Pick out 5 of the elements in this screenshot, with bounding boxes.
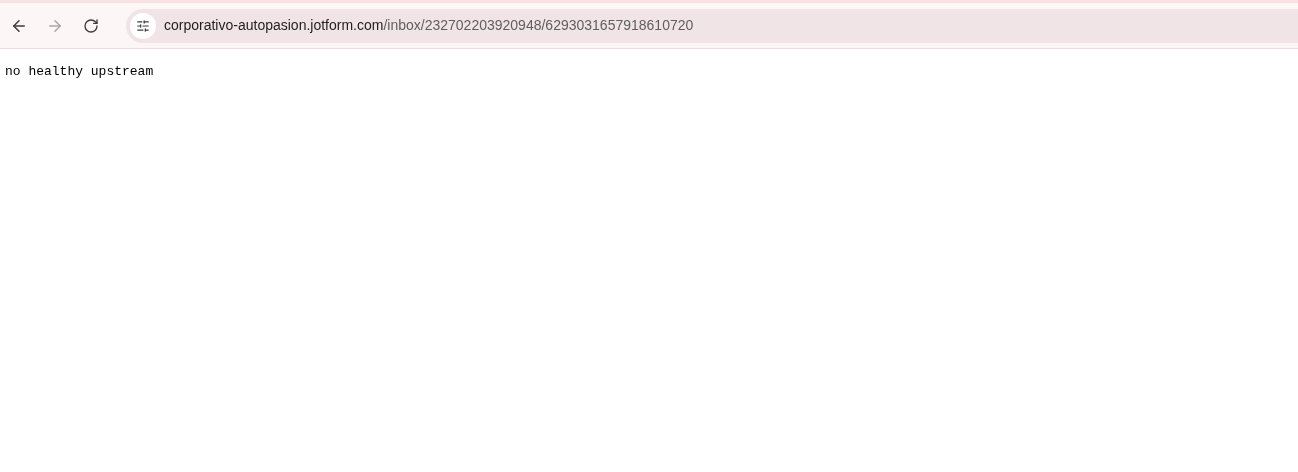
url-text: corporativo-autopasion.jotform.com/inbox/232702203920948/6293031657918610720 [164, 16, 694, 35]
site-settings-icon[interactable] [130, 12, 156, 39]
address-bar[interactable]: corporativo-autopasion.jotform.com/inbox/232702203920948/6293031657918610720 [126, 8, 1298, 43]
reload-icon [83, 17, 99, 34]
error-message: no healthy upstream [5, 63, 155, 81]
